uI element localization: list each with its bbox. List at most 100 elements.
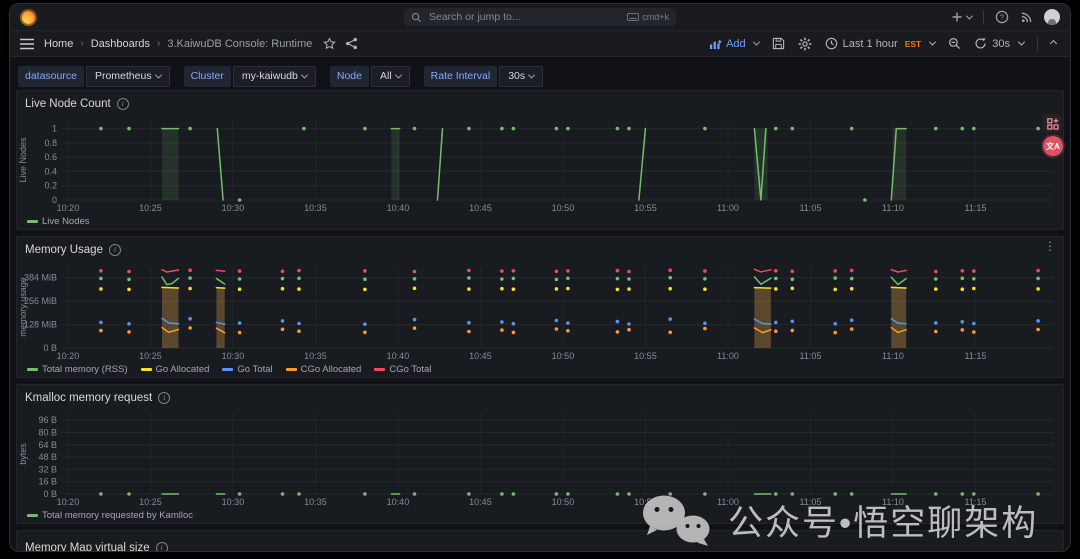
panel-live-node-count: Live Node Count i 10:2010:2510:3010:3510… <box>16 90 1064 230</box>
x-tick-label: 11:05 <box>800 351 822 361</box>
chart-memory-usage[interactable]: 10:2010:2510:3010:3510:4010:4510:5010:55… <box>17 260 1061 362</box>
search-icon <box>411 12 422 23</box>
x-tick-label: 10:35 <box>304 203 327 213</box>
panel-menu-icon[interactable]: ⋮ <box>1044 240 1056 252</box>
info-icon[interactable]: i <box>117 98 129 110</box>
breadcrumb: Home › Dashboards › 3.KaiwuDB Console: R… <box>44 37 358 50</box>
svg-text:?: ? <box>1000 13 1004 22</box>
x-tick-label: 11:05 <box>800 497 822 507</box>
grafana-logo-icon[interactable] <box>20 9 37 26</box>
x-tick-label: 10:30 <box>222 497 245 507</box>
x-tick-label: 11:05 <box>800 203 822 213</box>
x-tick-label: 10:30 <box>222 203 245 213</box>
x-tick-label: 11:15 <box>965 203 987 213</box>
rate-interval-dropdown[interactable]: 30s <box>499 66 543 87</box>
timezone-label: EST <box>905 39 922 49</box>
x-tick-label: 10:20 <box>57 497 80 507</box>
help-icon: ? <box>995 10 1009 24</box>
save-icon[interactable] <box>772 37 785 50</box>
x-tick-label: 11:15 <box>965 351 987 361</box>
x-tick-label: 11:00 <box>717 351 739 361</box>
search-box[interactable]: cmd+k <box>404 8 676 26</box>
panel-header[interactable]: Live Node Count i <box>17 91 1063 114</box>
y-tick-label: 48 B <box>38 452 57 462</box>
datasource-dropdown[interactable]: Prometheus <box>86 66 170 87</box>
y-axis-label: Live Nodes <box>18 137 28 183</box>
add-panel-button[interactable]: Add <box>709 38 759 50</box>
help-button[interactable]: ? <box>995 10 1009 24</box>
variable-datasource: datasource Prometheus <box>18 66 170 87</box>
divider <box>1037 37 1038 51</box>
refresh-picker[interactable]: 30s <box>974 37 1024 50</box>
legend-item[interactable]: CGo Total <box>374 364 431 375</box>
legend-item[interactable]: Live Nodes <box>27 216 90 227</box>
rss-icon <box>1020 11 1033 24</box>
x-tick-label: 11:15 <box>965 497 987 507</box>
y-tick-label: 32 B <box>38 464 57 474</box>
variable-label: datasource <box>18 66 84 87</box>
top-bar: cmd+k ? <box>10 4 1070 31</box>
panel-header[interactable]: Memory Map virtual size i <box>17 531 1063 552</box>
legend-item[interactable]: Go Total <box>222 364 272 375</box>
clock-icon <box>825 37 838 50</box>
x-tick-label: 10:50 <box>552 203 575 213</box>
panel-header[interactable]: Memory Usage i <box>17 237 1063 260</box>
x-tick-label: 10:40 <box>387 203 410 213</box>
legend-item[interactable]: Total memory (RSS) <box>27 364 128 375</box>
y-tick-label: 0.8 <box>44 138 57 148</box>
info-icon[interactable]: i <box>109 244 121 256</box>
translate-button[interactable]: 文A <box>1043 136 1063 156</box>
panel-title: Memory Usage <box>25 244 103 256</box>
chart-legend: Total memory requested by Kamlloc <box>17 508 1063 523</box>
breadcrumb-separator: › <box>80 38 83 49</box>
breadcrumb-home[interactable]: Home <box>44 38 73 50</box>
chevron-down-icon <box>929 39 936 46</box>
settings-gear-icon[interactable] <box>798 37 812 51</box>
x-tick-label: 11:10 <box>882 351 904 361</box>
time-range-picker[interactable]: Last 1 hour EST <box>825 37 936 50</box>
chart-kmalloc[interactable]: 10:2010:2510:3010:3510:4010:4510:5010:55… <box>17 408 1061 508</box>
extension-grid-button[interactable] <box>1043 114 1062 133</box>
variable-cluster: Cluster my-kaiwudb <box>184 66 316 87</box>
share-icon[interactable] <box>345 37 358 50</box>
node-dropdown[interactable]: All <box>371 66 410 87</box>
x-tick-label: 10:45 <box>469 203 492 213</box>
panel-header[interactable]: Kmalloc memory request i <box>17 385 1063 408</box>
user-avatar[interactable] <box>1044 9 1060 25</box>
legend-item[interactable]: CGo Allocated <box>286 364 362 375</box>
plot-area: 10:2010:2510:3010:3510:4010:4510:5010:55… <box>24 266 1053 361</box>
chart-legend: Total memory (RSS) Go Allocated Go Total CG… <box>17 362 1063 377</box>
grid-plus-icon <box>1047 118 1059 130</box>
legend-item[interactable]: Go Allocated <box>141 364 210 375</box>
panel-title: Kmalloc memory request <box>25 392 152 404</box>
divider <box>983 10 984 24</box>
chart-live-node-count[interactable]: 10:2010:2510:3010:3510:4010:4510:5010:55… <box>17 114 1061 214</box>
time-range-label: Last 1 hour <box>843 38 898 50</box>
collapse-toolbar-button[interactable] <box>1050 40 1057 47</box>
variables-row: datasource Prometheus Cluster my-kaiwudb… <box>18 64 1064 88</box>
x-tick-label: 10:45 <box>469 351 492 361</box>
y-tick-label: 0.4 <box>44 166 57 176</box>
y-tick-label: 128 MiB <box>24 320 57 330</box>
news-button[interactable] <box>1020 11 1033 24</box>
breadcrumb-dashboards[interactable]: Dashboards <box>91 38 150 50</box>
x-tick-label: 11:10 <box>882 203 904 213</box>
add-menu-button[interactable] <box>951 11 972 23</box>
star-icon[interactable] <box>323 37 336 50</box>
chart-legend: Live Nodes <box>17 214 1063 229</box>
dashboard-content: datasource Prometheus Cluster my-kaiwudb… <box>10 57 1070 552</box>
search-input[interactable] <box>427 10 622 24</box>
menu-icon[interactable] <box>20 38 34 50</box>
info-icon[interactable]: i <box>158 392 170 404</box>
variable-rate-interval: Rate Interval 30s <box>424 66 543 87</box>
info-icon[interactable]: i <box>156 542 168 553</box>
cluster-dropdown[interactable]: my-kaiwudb <box>233 66 316 87</box>
variable-label: Rate Interval <box>424 66 498 87</box>
legend-item[interactable]: Total memory requested by Kamlloc <box>27 510 193 521</box>
x-tick-label: 10:55 <box>634 203 657 213</box>
chevron-down-icon <box>966 12 973 19</box>
variable-label: Cluster <box>184 66 231 87</box>
chevron-down-icon <box>1018 39 1025 46</box>
zoom-out-icon[interactable] <box>948 37 961 50</box>
panel-title: Memory Map virtual size <box>25 542 150 553</box>
